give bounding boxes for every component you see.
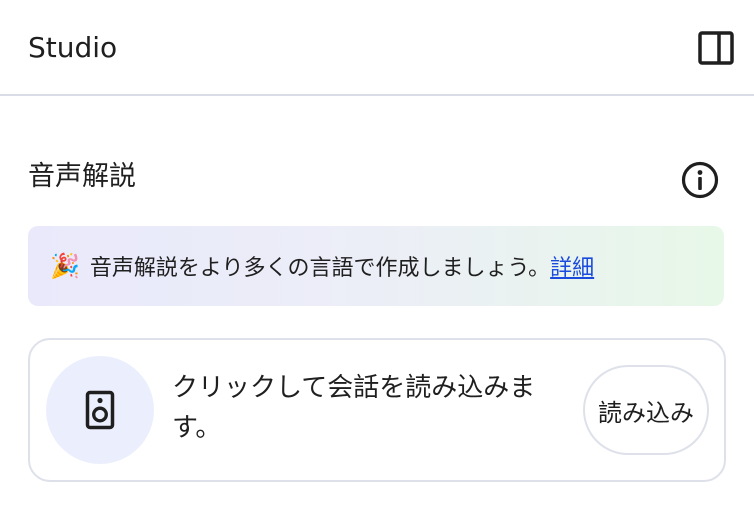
speaker-icon-container <box>46 356 154 464</box>
audio-overview-card: クリックして会話を読み込みます。 読み込み <box>28 338 726 482</box>
speaker-icon <box>85 390 115 430</box>
studio-panel: Studio 音声解説 🎉 音声解説をより多くの言語で作成しましょう。 詳細 ク… <box>0 0 754 512</box>
section-title: 音声解説 <box>28 161 136 192</box>
side-panel-icon <box>698 31 734 65</box>
load-button[interactable]: 読み込み <box>583 365 709 455</box>
load-conversation-text: クリックして会話を読み込みます。 <box>172 373 536 443</box>
info-icon <box>681 161 719 199</box>
panel-title: Studio <box>28 31 118 64</box>
info-button[interactable] <box>678 158 722 202</box>
studio-header: Studio <box>0 0 754 96</box>
learn-more-link[interactable]: 詳細 <box>550 250 594 282</box>
banner-text: 音声解説をより多くの言語で作成しましょう。 <box>89 256 551 281</box>
side-panel-toggle-button[interactable] <box>696 28 736 68</box>
party-popper-icon: 🎉 <box>50 252 80 280</box>
language-banner: 🎉 音声解説をより多くの言語で作成しましょう。 詳細 <box>28 226 724 306</box>
